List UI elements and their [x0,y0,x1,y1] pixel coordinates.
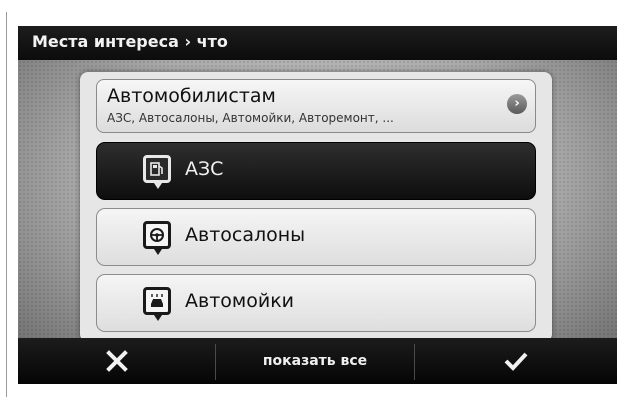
confirm-button[interactable] [415,338,617,384]
cancel-button[interactable] [18,338,215,384]
show-all-button[interactable]: показать все [216,338,414,384]
list-item-autosalons[interactable]: Автосалоны [96,208,536,266]
content-area: Автомобилистам АЗС, Автосалоны, Автомойк… [18,60,617,342]
steering-wheel-icon [143,221,171,255]
list-item-label: АЗС [185,158,224,180]
list-item-azs[interactable]: АЗС [96,142,536,200]
navigator-screen: Места интереса › что Автомобилистам АЗС,… [18,26,617,384]
list-item-carwash[interactable]: Автомойки [96,274,536,332]
category-title: Автомобилистам [107,85,276,107]
show-all-label: показать все [262,353,368,369]
category-subtitle: АЗС, Автосалоны, Автомойки, Авторемонт, … [107,111,394,125]
bottom-action-bar: показать все [18,338,617,384]
chevron-right-icon: › [507,94,527,114]
car-wash-icon [143,287,171,321]
close-icon [105,350,128,372]
category-list-panel: Автомобилистам АЗС, Автосалоны, Автомойк… [80,72,552,342]
category-header-row[interactable]: Автомобилистам АЗС, Автосалоны, Автомойк… [96,79,536,133]
page-title: Места интереса › что [32,32,228,51]
title-bar: Места интереса › что [18,26,617,60]
list-item-label: Автосалоны [185,224,306,246]
list-item-label: Автомойки [185,290,295,312]
fuel-pump-icon [143,155,171,189]
checkmark-icon [504,352,528,371]
page-border [6,12,7,397]
